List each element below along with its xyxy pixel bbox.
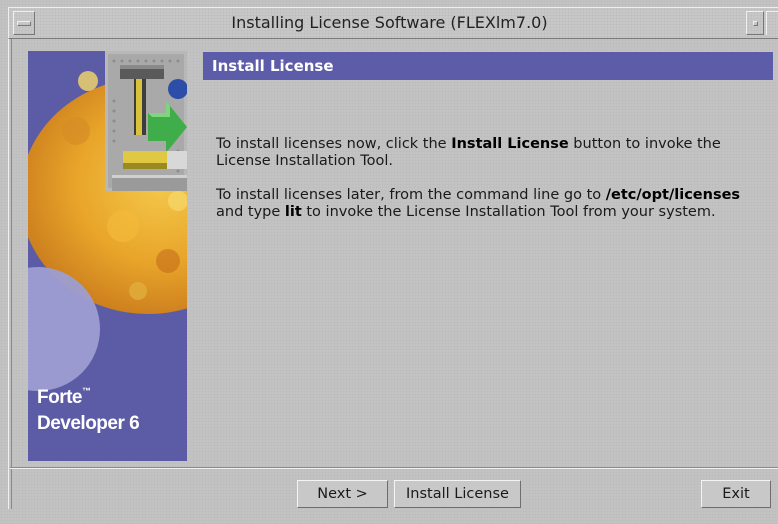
brand-product: Developer 6 — [37, 413, 140, 434]
instruction-text: To install licenses later, from the comm… — [216, 187, 606, 203]
minimize-button[interactable] — [746, 11, 764, 35]
instruction-paragraph-later: To install licenses later, from the comm… — [216, 187, 768, 221]
minimize-icon — [752, 20, 758, 26]
lit-command: lit — [284, 204, 302, 220]
side-banner: Forte™ Developer 6 — [28, 51, 187, 461]
maximize-button[interactable] — [766, 11, 778, 35]
window-menu-icon — [17, 20, 31, 26]
installer-window: Installing License Software (FLEXlm7.0) — [0, 0, 778, 524]
brand-name: Forte — [37, 387, 83, 408]
footer-divider — [10, 467, 778, 469]
page-title: Install License — [203, 52, 773, 80]
window-title: Installing License Software (FLEXlm7.0) — [231, 13, 548, 32]
install-license-emphasis: Install License — [451, 136, 569, 152]
trademark-symbol: ™ — [82, 386, 91, 396]
window-menu-button[interactable] — [13, 11, 35, 35]
window-frame-left — [8, 39, 12, 509]
instruction-text: and type — [216, 204, 285, 220]
next-button[interactable]: Next > — [297, 480, 388, 508]
instruction-text: To install licenses now, click the — [216, 136, 452, 152]
install-license-button[interactable]: Install License — [394, 480, 521, 508]
instruction-paragraph-now: To install licenses now, click the Insta… — [216, 136, 768, 170]
license-path: /etc/opt/licenses — [605, 187, 741, 203]
exit-button[interactable]: Exit — [701, 480, 771, 508]
instruction-text: to invoke the License Installation Tool … — [301, 204, 716, 220]
title-bar[interactable]: Installing License Software (FLEXlm7.0) — [8, 7, 778, 39]
instructions: To install licenses now, click the Insta… — [216, 136, 768, 238]
brand-logo: Forte™ Developer 6 — [37, 385, 140, 437]
